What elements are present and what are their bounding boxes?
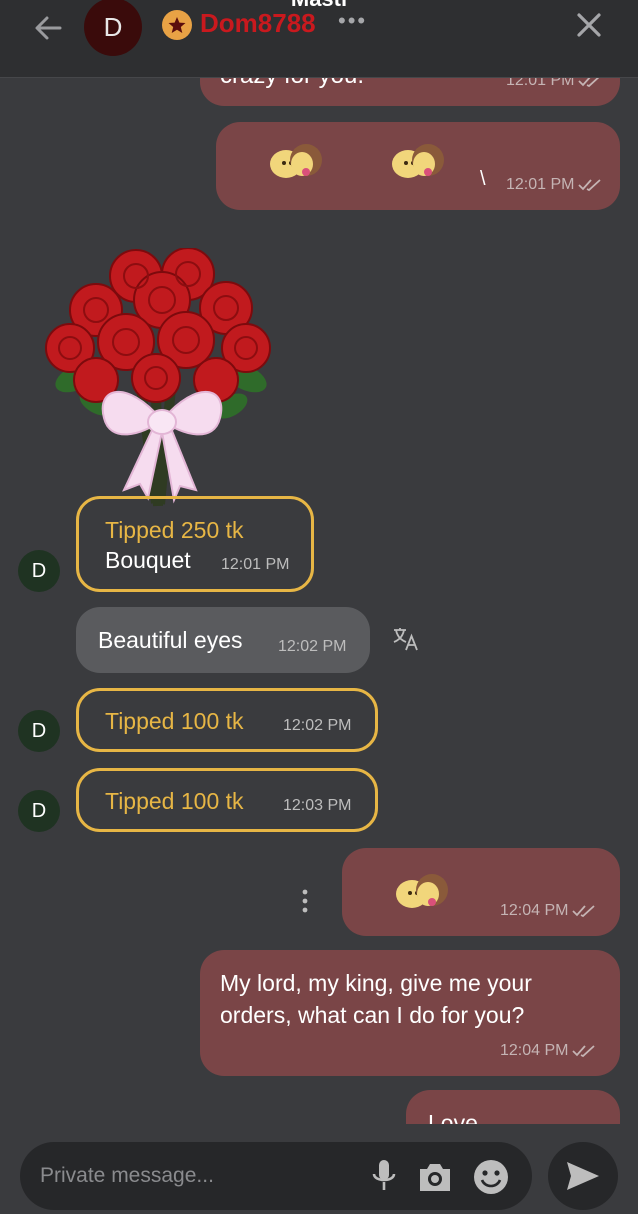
avatar[interactable]: D	[18, 550, 60, 592]
message-time: 12:02 PM	[283, 717, 352, 734]
tip-amount: Tipped 250 tk	[105, 517, 244, 543]
message-input[interactable]	[40, 1160, 360, 1192]
star-icon	[162, 10, 192, 40]
message-text: Beautiful eyes	[98, 627, 243, 653]
double-check-icon	[572, 905, 596, 918]
kiss-emoji-icon	[270, 144, 322, 178]
message-composer	[20, 1142, 532, 1210]
outgoing-message[interactable]: My lord, my king, give me your orders, w…	[200, 950, 620, 1076]
camera-icon[interactable]	[416, 1160, 454, 1194]
message-text-line: orders, what can I do for you?	[220, 1002, 525, 1028]
chat-header: Masti D Dom8788 •••	[0, 0, 638, 78]
message-time: 12:04 PM	[500, 1042, 596, 1060]
tip-message[interactable]: Tipped 250 tk Bouquet 12:01 PM	[76, 496, 314, 592]
tip-message[interactable]: Tipped 100 tk 12:03 PM	[76, 768, 378, 832]
double-check-icon	[572, 1045, 596, 1058]
message-time: 12:02 PM	[278, 638, 347, 655]
tip-amount: Tipped 100 tk	[105, 788, 244, 814]
gift-name: Bouquet	[105, 547, 191, 573]
tip-amount: Tipped 100 tk	[105, 708, 244, 734]
rose-bouquet-icon	[45, 248, 271, 507]
translate-icon[interactable]	[392, 626, 420, 652]
avatar[interactable]: D	[18, 790, 60, 832]
kiss-emoji-icon	[392, 144, 444, 178]
close-icon	[577, 13, 601, 37]
back-button[interactable]	[30, 10, 66, 46]
emoji-icon[interactable]	[472, 1158, 510, 1196]
tip-message[interactable]: Tipped 100 tk 12:02 PM	[76, 688, 378, 752]
outgoing-message[interactable]: Love	[406, 1090, 620, 1124]
message-time: 12:01 PM	[221, 556, 290, 573]
close-button[interactable]	[572, 8, 606, 42]
message-time: 12:03 PM	[283, 797, 352, 814]
back-arrow-icon	[35, 16, 62, 40]
message-time: 12:01 PM	[506, 176, 602, 194]
text-cursor: \	[480, 168, 486, 190]
avatar[interactable]: D	[84, 0, 142, 56]
message-text: Love	[428, 1110, 478, 1124]
send-icon	[567, 1162, 599, 1190]
vertical-more-icon[interactable]	[298, 888, 312, 914]
more-options-button[interactable]: •••	[338, 8, 367, 34]
microphone-icon[interactable]	[370, 1158, 398, 1194]
message-clip: Love	[406, 1090, 620, 1124]
incoming-message[interactable]: Beautiful eyes 12:02 PM	[76, 607, 370, 673]
avatar[interactable]: D	[18, 710, 60, 752]
message-text-line: My lord, my king, give me your	[220, 970, 532, 996]
kiss-emoji-icon	[396, 874, 448, 908]
double-check-icon	[578, 179, 602, 192]
message-time: 12:04 PM	[500, 902, 596, 920]
send-button[interactable]	[548, 1142, 618, 1210]
outgoing-message[interactable]: \ 12:01 PM	[216, 122, 620, 210]
username-link[interactable]: Dom8788	[200, 8, 316, 39]
outgoing-message[interactable]: 12:04 PM	[342, 848, 620, 936]
